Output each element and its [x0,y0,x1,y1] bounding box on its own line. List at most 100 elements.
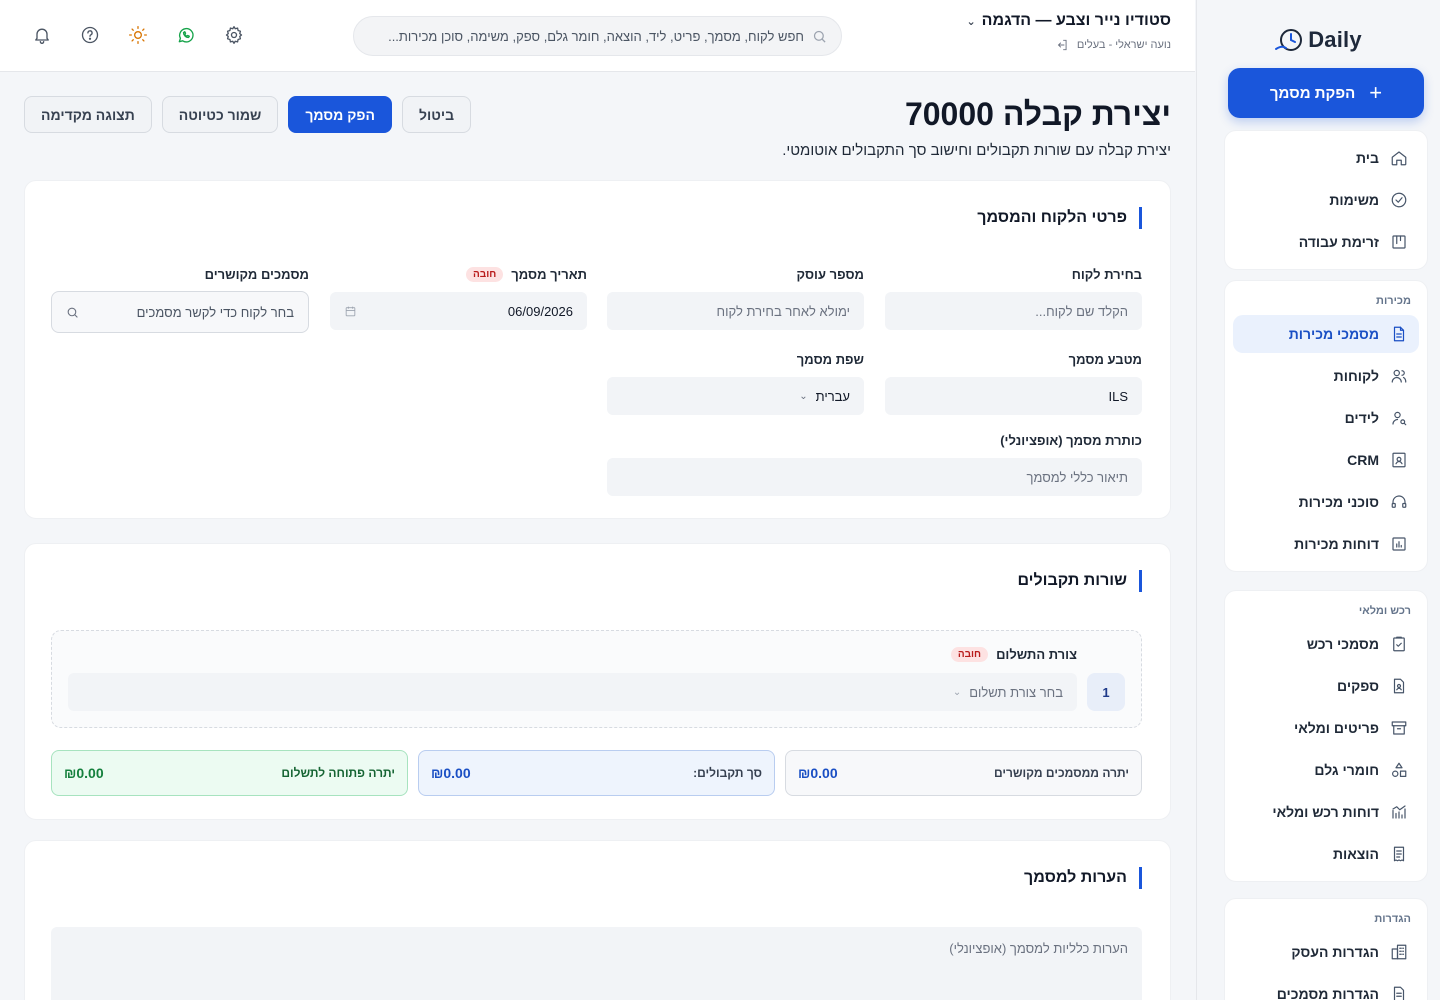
linked-documents-label-text: מסמכים מקושרים [204,267,309,282]
calendar-icon[interactable] [344,305,357,318]
user-search-icon [1389,408,1409,428]
contact-card-icon [1389,450,1409,470]
bell-icon[interactable] [30,23,54,47]
notes-card: הערות למסמך הערות כלליות למסמך (אופציונל… [24,840,1171,1000]
language-select[interactable]: עברית ⌄ [607,377,864,415]
currency-select[interactable]: ILS [885,377,1142,415]
sidebar-item-raw-materials[interactable]: חומרי גלם [1233,751,1419,789]
sun-icon[interactable] [126,23,150,47]
document-title-placeholder: תיאור כללי למסמך [1026,469,1129,485]
archive-icon [1389,718,1409,738]
sidebar-item-label: לידים [1344,410,1379,426]
plus-icon: + [1369,80,1383,105]
sidebar-item-label: לקוחות [1333,368,1379,384]
section-title: הערות למסמך [1024,867,1142,889]
dealer-number-input[interactable]: ימולא לאחר בחירת לקוח [607,292,864,330]
document-date-value: 06/09/2026 [507,303,573,319]
payment-method-placeholder: בחר צורת תשלום [969,684,1063,700]
sidebar-item-purchase-documents[interactable]: מסמכי רכש [1233,625,1419,663]
sidebar-item-leads[interactable]: לידים [1233,399,1419,437]
sidebar-item-sales-agents[interactable]: סוכני מכירות [1233,483,1419,521]
create-document-label: הפקת מסמך [1269,84,1356,102]
customer-placeholder: הקלד שם לקוח... [1035,303,1128,319]
clipboard-check-icon [1389,634,1409,654]
main-nav-card: בית משימות זרימת עבודה [1224,130,1428,270]
dealer-number-label-text: מספר עוסק [796,267,864,282]
sidebar-item-procurement-reports[interactable]: דוחות רכש ומלאי [1233,793,1419,831]
sidebar-item-business-settings[interactable]: הגדרות העסק [1233,933,1419,971]
help-icon[interactable] [78,23,102,47]
document-title-input[interactable]: תיאור כללי למסמך [607,458,1142,496]
currency-value: ILS [1108,388,1128,404]
user-role-text: נועה ישראלי - בעלים [1076,39,1171,51]
linked-balance-value: ₪0.00 [798,765,838,781]
sidebar-item-label: הגדרות מסמכים [1276,986,1379,1000]
business-switcher[interactable]: סטודיו נייר וצבע — הדגמה ⌄ [966,12,1171,30]
language-label: שפת מסמך [797,352,864,367]
linked-documents-label: מסמכים מקושרים [205,267,309,282]
sidebar: Daily + הפקת מסמך בית משימות זרימת עבודה… [1196,0,1440,1000]
line-chart-icon [1389,802,1409,822]
user-line: נועה ישראלי - בעלים [1055,38,1171,52]
whatsapp-icon[interactable] [174,23,198,47]
sidebar-item-tasks[interactable]: משימות [1233,181,1419,219]
preview-button[interactable]: תצוגה מקדימה [24,96,152,133]
receipt-row: 1 צורת התשלום חובה בחר צורת תשלום ⌄ [51,630,1142,728]
sidebar-item-label: CRM [1347,452,1379,468]
gear-icon[interactable] [222,23,246,47]
total-receipts-label: סך תקבולים: [693,766,762,780]
procurement-section-title: רכש ומלאי [1358,605,1411,617]
currency-label-text: מטבע מסמך [1068,352,1142,367]
sidebar-item-crm[interactable]: CRM [1233,441,1419,479]
sales-section-title: מכירות [1376,295,1411,307]
create-document-button[interactable]: + הפקת מסמך [1228,68,1424,118]
global-search[interactable] [353,16,842,56]
sidebar-item-sales-reports[interactable]: דוחות מכירות [1233,525,1419,563]
sidebar-item-document-settings[interactable]: הגדרות מסמכים [1233,975,1419,1000]
receipt-rows-card: שורות תקבולים 1 צורת התשלום חובה בחר צור… [24,543,1171,820]
kanban-icon [1389,232,1409,252]
notes-textarea[interactable]: הערות כלליות למסמך (אופציונלי) [51,927,1142,1000]
procurement-nav-card: רכש ומלאי מסמכי רכש ספקים פריטים ומלאי ח… [1224,590,1428,882]
customer-input[interactable]: הקלד שם לקוח... [885,292,1142,330]
sidebar-item-workflow[interactable]: זרימת עבודה [1233,223,1419,261]
issue-document-button[interactable]: הפק מסמך [288,96,392,133]
shapes-icon [1389,760,1409,780]
payment-method-select[interactable]: בחר צורת תשלום ⌄ [68,673,1077,711]
payment-method-label: צורת התשלום חובה [950,647,1077,662]
open-balance-box: יתרה פתוחה לתשלום ₪0.00 [51,750,408,796]
chevron-down-icon: ⌄ [952,686,962,698]
linked-documents-input[interactable]: בחר לקוח כדי לקשר מסמכים [51,291,309,333]
logout-icon[interactable] [1055,38,1069,52]
business-name: סטודיו נייר וצבע — הדגמה [981,12,1171,29]
sidebar-item-label: זרימת עבודה [1298,234,1379,250]
linked-balance-label: יתרה ממסמכים מקושרים [993,766,1129,780]
section-title: פרטי הלקוח והמסמך [977,207,1142,229]
check-circle-icon [1389,190,1409,210]
building-icon [1389,942,1409,962]
sales-nav-card: מכירות מסמכי מכירות לקוחות לידים CRM סוכ… [1224,280,1428,572]
sidebar-item-sales-documents[interactable]: מסמכי מכירות [1233,315,1419,353]
chevron-down-icon: ⌄ [799,390,808,402]
sidebar-item-items-inventory[interactable]: פריטים ומלאי [1233,709,1419,747]
cancel-button[interactable]: ביטול [401,96,472,133]
document-date-input[interactable]: 06/09/2026 [330,292,587,330]
app-logo[interactable]: Daily [1256,24,1380,56]
sidebar-item-label: פריטים ומלאי [1294,720,1379,736]
search-input[interactable] [368,28,804,44]
save-draft-button[interactable]: שמור כטיוטה [161,96,279,133]
language-label-text: שפת מסמך [796,352,864,367]
document-date-label: תאריך מסמך חובה [466,267,587,282]
sidebar-item-suppliers[interactable]: ספקים [1233,667,1419,705]
sidebar-item-home[interactable]: בית [1233,139,1419,177]
sidebar-item-customers[interactable]: לקוחות [1233,357,1419,395]
users-icon [1389,366,1409,386]
search-icon [813,30,826,43]
required-badge: חובה [950,647,989,662]
chevron-down-icon: ⌄ [966,15,976,28]
home-icon [1389,148,1409,168]
sidebar-item-label: ספקים [1337,678,1379,694]
sidebar-item-label: בית [1356,150,1379,166]
section-title: שורות תקבולים [1017,570,1142,592]
sidebar-item-expenses[interactable]: הוצאות [1233,835,1419,873]
